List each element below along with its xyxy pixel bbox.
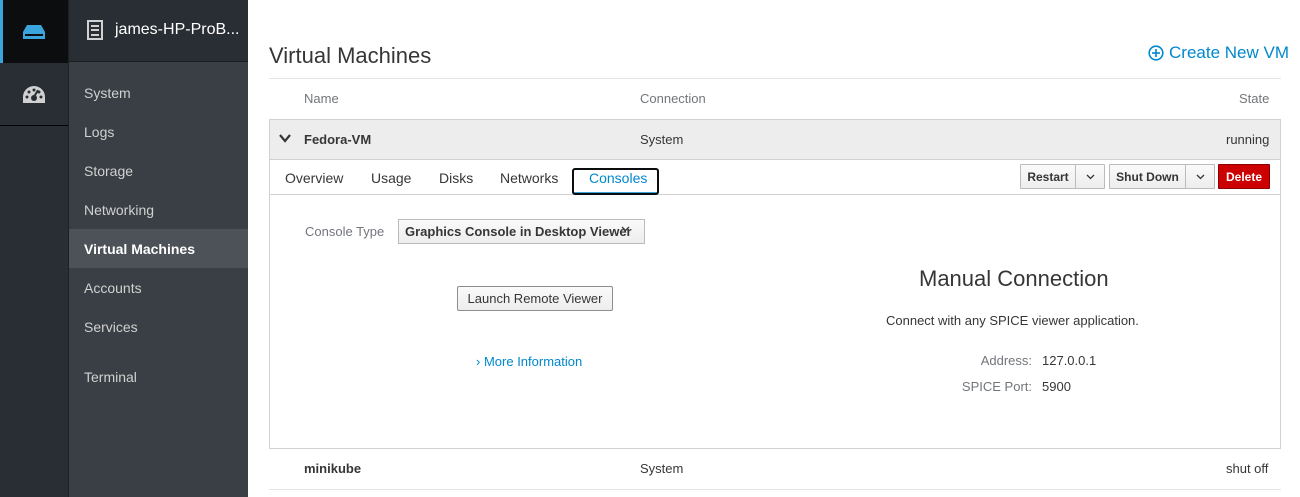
more-information-link[interactable]: › More Information (476, 354, 582, 369)
delete-button[interactable]: Delete (1218, 164, 1270, 189)
vm-name: Fedora-VM (304, 132, 372, 147)
sidebar-item-networking[interactable]: Networking (69, 190, 248, 229)
vm-detail-panel (269, 160, 1281, 449)
app-rail (0, 0, 69, 497)
page-title: Virtual Machines (269, 43, 432, 68)
sidebar: james-HP-ProB... System Logs Storage Net… (69, 0, 248, 497)
address-value: 127.0.0.1 (1042, 353, 1097, 368)
console-type-label: Console Type (305, 224, 385, 239)
host-switcher[interactable]: james-HP-ProB... (69, 0, 248, 62)
plus-circle-icon (1148, 45, 1164, 61)
tab-disks[interactable]: Disks (439, 170, 473, 186)
chevron-down-icon[interactable] (279, 134, 291, 143)
create-vm-label: Create New VM (1169, 43, 1289, 62)
tab-overview[interactable]: Overview (285, 170, 343, 186)
manual-connection-title: Manual Connection (919, 266, 1109, 291)
sidebar-item-virtual-machines[interactable]: Virtual Machines (69, 229, 248, 268)
create-vm-button[interactable]: Create New VM (1148, 43, 1289, 63)
rail-host-button[interactable] (0, 0, 68, 63)
vm-state: running (1226, 132, 1270, 147)
tab-networks[interactable]: Networks (500, 170, 558, 186)
tab-usage[interactable]: Usage (371, 170, 411, 186)
shutdown-dropdown-button[interactable] (1185, 164, 1215, 189)
chevron-down-icon (1086, 174, 1094, 179)
sidebar-item-terminal[interactable]: Terminal (69, 357, 248, 396)
dashboard-icon (23, 85, 45, 103)
vm-state: shut off (1226, 461, 1269, 476)
host-name: james-HP-ProB... (115, 21, 240, 38)
vm-row-fedora[interactable] (269, 119, 1281, 160)
address-label: Address: (980, 353, 1032, 368)
console-type-value: Graphics Console in Desktop Viewer (405, 224, 632, 239)
sidebar-item-storage[interactable]: Storage (69, 151, 248, 190)
chevron-right-icon: › (476, 354, 481, 369)
column-header-name: Name (304, 91, 339, 106)
rail-dashboard-button[interactable] (0, 63, 68, 126)
tab-consoles[interactable]: Consoles (589, 170, 647, 186)
host-document-icon (87, 20, 103, 40)
sidebar-item-system[interactable]: System (69, 73, 248, 112)
shutdown-button[interactable]: Shut Down (1109, 164, 1186, 189)
vm-connection: System (640, 461, 684, 476)
vm-name[interactable]: minikube (304, 461, 361, 476)
chevron-down-icon (1196, 174, 1204, 179)
more-information-label: More Information (483, 354, 583, 369)
sidebar-item-logs[interactable]: Logs (69, 112, 248, 151)
restart-button[interactable]: Restart (1020, 164, 1076, 189)
sidebar-item-accounts[interactable]: Accounts (69, 268, 248, 307)
chevron-down-icon (621, 226, 630, 232)
sidebar-item-services[interactable]: Services (69, 307, 248, 346)
launch-remote-viewer-button[interactable]: Launch Remote Viewer (457, 286, 613, 311)
column-header-connection: Connection (640, 91, 706, 106)
restart-dropdown-button[interactable] (1075, 164, 1105, 189)
header-divider (269, 78, 1281, 79)
server-icon (23, 24, 45, 39)
spice-port-value: 5900 (1042, 379, 1071, 394)
manual-connection-description: Connect with any SPICE viewer applicatio… (886, 313, 1139, 328)
column-header-state: State (1239, 91, 1270, 106)
row-divider (269, 489, 1281, 490)
console-type-select[interactable]: Graphics Console in Desktop Viewer (398, 219, 645, 244)
rail-divider (0, 125, 68, 126)
vm-connection: System (640, 132, 684, 147)
spice-port-label: SPICE Port: (961, 379, 1032, 394)
